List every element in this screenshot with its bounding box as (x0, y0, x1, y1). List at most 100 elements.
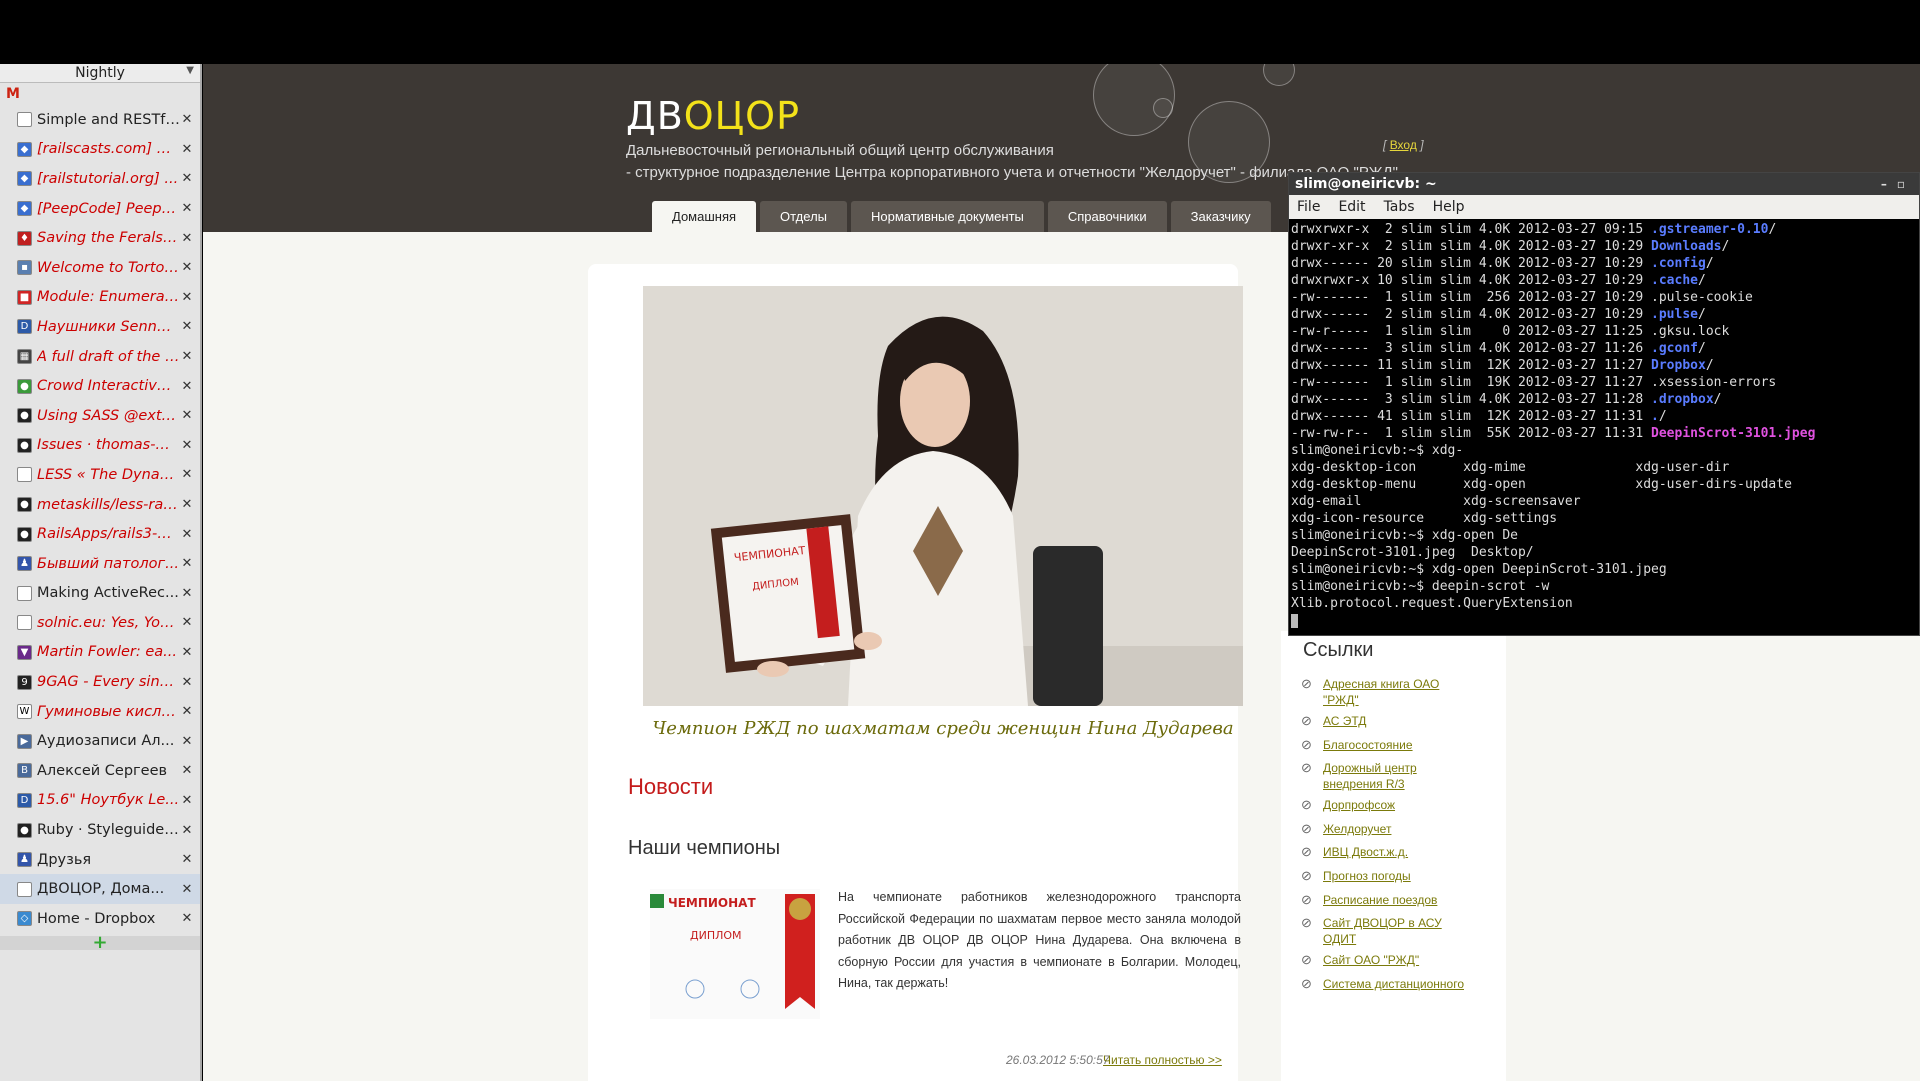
external-link[interactable]: АС ЭТД (1323, 713, 1473, 729)
menu-help[interactable]: Help (1425, 199, 1475, 215)
read-more-link[interactable]: Читать полностью >> (1103, 1053, 1222, 1067)
sidebar-tab[interactable]: ● RailsApps/rails3-d... ✕ (0, 519, 200, 549)
external-link[interactable]: Дорпрофсож (1323, 797, 1473, 813)
close-icon[interactable]: ✕ (180, 852, 194, 867)
close-icon[interactable]: ✕ (180, 882, 194, 897)
close-icon[interactable]: ✕ (180, 675, 194, 690)
close-icon[interactable]: ✕ (180, 408, 194, 423)
terminal-filename: .gconf (1651, 341, 1698, 356)
external-link[interactable]: Сайт ОАО "РЖД" (1323, 952, 1473, 968)
menu-file[interactable]: File (1289, 199, 1330, 215)
sidebar-tab[interactable]: LESS « The Dynami... ✕ (0, 460, 200, 490)
sidebar-tab[interactable]: ● metaskills/less-rail... ✕ (0, 490, 200, 520)
sidebar-tab[interactable]: ▶ Аудиозаписи Ал... ✕ (0, 726, 200, 756)
sidebar-tab[interactable]: ● Ruby · Styleguide ... ✕ (0, 815, 200, 845)
sidebar-tab[interactable]: ▦ A full draft of the R... ✕ (0, 342, 200, 372)
terminal-output[interactable]: drwxrwxr-x 2 slim slim 4.0K 2012-03-27 0… (1289, 219, 1919, 631)
sidebar-tab[interactable]: ◆ [railscasts.com] Ra... ✕ (0, 135, 200, 165)
terminal-window[interactable]: slim@oneiricvb: ~ –▫ File Edit Tabs Help… (1288, 172, 1920, 636)
menu-tabs[interactable]: Tabs (1376, 199, 1425, 215)
close-icon[interactable]: ✕ (180, 556, 194, 571)
close-icon[interactable]: ✕ (180, 260, 194, 275)
nav-references[interactable]: Справочники (1047, 201, 1167, 232)
external-link[interactable]: Система дистанционного (1323, 976, 1473, 992)
external-link[interactable]: Адресная книга ОАО "РЖД" (1323, 676, 1473, 708)
grid-icon: ▦ (17, 349, 32, 365)
close-icon[interactable]: ✕ (180, 645, 194, 660)
paperclip-icon: ⊘ (1301, 797, 1312, 812)
external-link[interactable]: Дорожный центр внедрения R/3 (1323, 760, 1473, 792)
close-icon[interactable]: ✕ (180, 171, 194, 186)
external-link[interactable]: Прогноз погоды (1323, 868, 1473, 884)
external-link[interactable]: Желдоручет (1323, 821, 1473, 837)
add-tab-button[interactable]: + (0, 932, 200, 953)
gmail-icon[interactable]: M (0, 83, 200, 105)
dropbox-icon: ◇ (17, 911, 32, 927)
close-icon[interactable]: ✕ (180, 379, 194, 394)
sidebar-tab[interactable]: solnic.eu: Yes, You ... ✕ (0, 608, 200, 638)
close-icon[interactable]: ✕ (180, 231, 194, 246)
close-icon[interactable]: ✕ (180, 734, 194, 749)
sidebar-tab[interactable]: ■ Module: Enumerab... ✕ (0, 283, 200, 313)
sidebar-tab[interactable]: ДВОЦОР, Дома... ✕ (0, 874, 200, 905)
article-title[interactable]: Наши чемпионы (628, 837, 780, 860)
sidebar-tab[interactable]: ♟ Друзья ✕ (0, 845, 200, 875)
sidebar-header[interactable]: Nightly ▼ (0, 64, 200, 83)
sidebar-tab[interactable]: ● Using SASS @exte... ✕ (0, 401, 200, 431)
sidebar-tab[interactable]: ♦ Saving the Ferals ... ✕ (0, 223, 200, 253)
terminal-suffix: / (1721, 239, 1730, 254)
close-icon[interactable]: ✕ (180, 615, 194, 630)
sidebar-tab[interactable]: ◇ Home - Dropbox ✕ (0, 904, 200, 934)
sidebar-tab[interactable]: ▪ Welcome to Tortoi... ✕ (0, 253, 200, 283)
window-controls[interactable]: –▫ (1881, 177, 1915, 191)
external-link[interactable]: Расписание поездов (1323, 892, 1473, 908)
minimize-icon[interactable]: – (1881, 177, 1897, 191)
sidebar-tab[interactable]: D 15.6" Ноутбук Le... ✕ (0, 786, 200, 816)
close-icon[interactable]: ✕ (180, 438, 194, 453)
external-link[interactable]: Благосостояние (1323, 737, 1473, 753)
close-icon[interactable]: ✕ (180, 793, 194, 808)
champion-photo: ЧЕМПИОНАТ ДИПЛОМ (643, 286, 1243, 706)
maximize-icon[interactable]: ▫ (1897, 177, 1915, 191)
terminal-line-text: drwxrwxr-x 2 slim slim 4.0K 2012-03-27 0… (1291, 222, 1652, 237)
sidebar-tab[interactable]: ● Crowd Interactive ... ✕ (0, 371, 200, 401)
close-icon[interactable]: ✕ (180, 319, 194, 334)
sidebar-tab[interactable]: ◆ [railstutorial.org] ... ✕ (0, 164, 200, 194)
sidebar-tab[interactable]: Simple and RESTful... ✕ (0, 105, 200, 135)
close-icon[interactable]: ✕ (180, 911, 194, 926)
close-icon[interactable]: ✕ (180, 586, 194, 601)
sidebar-tab[interactable]: В Алексей Сергеев ✕ (0, 756, 200, 786)
sidebar-tab[interactable]: ● Issues · thomas-mc... ✕ (0, 431, 200, 461)
external-link[interactable]: ИВЦ Двост.ж.д. (1323, 844, 1473, 860)
close-icon[interactable]: ✕ (180, 704, 194, 719)
terminal-titlebar[interactable]: slim@oneiricvb: ~ –▫ (1289, 173, 1919, 195)
close-icon[interactable]: ✕ (180, 290, 194, 305)
close-icon[interactable]: ✕ (180, 142, 194, 157)
nav-customer[interactable]: Заказчику (1170, 201, 1271, 232)
sidebar-tab[interactable]: W Гуминовые кисло... ✕ (0, 697, 200, 727)
sidebar-tab[interactable]: ▼ Martin Fowler: ea... ✕ (0, 638, 200, 668)
close-icon[interactable]: ✕ (180, 349, 194, 364)
close-icon[interactable]: ✕ (180, 497, 194, 512)
close-icon[interactable]: ✕ (180, 467, 194, 482)
site-logo[interactable]: ДВОЦОР (626, 94, 800, 138)
sidebar-tab[interactable]: ♟ Бывший патолог... ✕ (0, 549, 200, 579)
close-icon[interactable]: ✕ (180, 201, 194, 216)
sidebar-tab[interactable]: ◆ [PeepCode] Peepc... ✕ (0, 194, 200, 224)
menu-edit[interactable]: Edit (1330, 199, 1375, 215)
thumb-label-text: ДИПЛОМ (690, 929, 742, 942)
close-icon[interactable]: ✕ (180, 823, 194, 838)
terminal-line: slim@oneiricvb:~$ xdg- (1291, 442, 1917, 459)
sidebar-tab[interactable]: D Наушники Sennhe... ✕ (0, 312, 200, 342)
login-link[interactable]: Вход (1390, 138, 1417, 152)
external-link[interactable]: Сайт ДВОЦОР в АСУ ОДИТ (1323, 915, 1473, 947)
close-icon[interactable]: ✕ (180, 112, 194, 127)
nav-departments[interactable]: Отделы (760, 201, 847, 232)
nav-home[interactable]: Домашняя (652, 201, 757, 232)
chevron-down-icon[interactable]: ▼ (186, 65, 194, 76)
close-icon[interactable]: ✕ (180, 763, 194, 778)
sidebar-tab[interactable]: Making ActiveRec... ✕ (0, 579, 200, 609)
close-icon[interactable]: ✕ (180, 527, 194, 542)
sidebar-tab[interactable]: 9 9GAG - Every singl... ✕ (0, 667, 200, 697)
nav-normative-docs[interactable]: Нормативные документы (851, 201, 1044, 232)
